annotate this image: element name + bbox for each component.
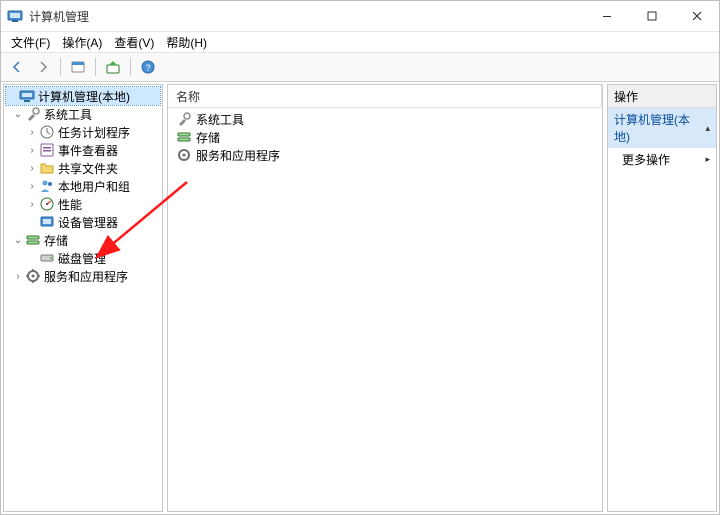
minimize-button[interactable] (584, 1, 629, 31)
tree-label: 任务计划程序 (58, 124, 130, 141)
clock-icon (39, 124, 55, 140)
tree-label: 服务和应用程序 (44, 268, 128, 285)
tree-root[interactable]: 计算机管理(本地) (6, 87, 160, 105)
action-group-label: 计算机管理(本地) (614, 111, 705, 145)
tree-label: 本地用户和组 (58, 178, 130, 195)
properties-button[interactable] (101, 55, 125, 79)
up-button[interactable] (66, 55, 90, 79)
tree-services-apps[interactable]: › 服务和应用程序 (6, 267, 160, 285)
expander-icon[interactable]: ⌄ (12, 234, 24, 246)
tree-label: 存储 (44, 232, 68, 249)
expander-icon[interactable]: › (26, 180, 38, 192)
tree-label: 计算机管理(本地) (38, 88, 130, 105)
perf-icon (39, 196, 55, 212)
tree-label: 设备管理器 (58, 214, 118, 231)
tree-pane[interactable]: 计算机管理(本地) ⌄ 系统工具 › (3, 84, 163, 512)
app-icon (7, 8, 23, 24)
list-item[interactable]: 服务和应用程序 (170, 146, 600, 164)
menu-view[interactable]: 查看(V) (108, 32, 160, 53)
toolbar: ? (1, 53, 719, 82)
tree-disk-management[interactable]: 磁盘管理 (6, 249, 160, 267)
titlebar: 计算机管理 (1, 1, 719, 32)
computer-management-window: 计算机管理 文件(F) 操作(A) 查看(V) 帮助(H) (0, 0, 720, 515)
expander-icon[interactable]: › (26, 162, 38, 174)
back-button[interactable] (5, 55, 29, 79)
action-item-label: 更多操作 (622, 151, 670, 168)
list-body[interactable]: 系统工具 存储 (168, 108, 602, 166)
tree-local-users[interactable]: › 本地用户和组 (6, 177, 160, 195)
maximize-button[interactable] (629, 1, 674, 31)
window-controls (584, 1, 719, 31)
services-icon (176, 147, 192, 163)
list-item[interactable]: 存储 (170, 128, 600, 146)
users-icon (39, 178, 55, 194)
tree-task-scheduler[interactable]: › 任务计划程序 (6, 123, 160, 141)
list-pane[interactable]: 名称 系统工具 (167, 84, 603, 512)
tree-label: 性能 (58, 196, 82, 213)
storage-icon (176, 129, 192, 145)
toolbar-separator (95, 58, 96, 76)
computer-icon (19, 88, 35, 104)
list-item-label: 系统工具 (196, 111, 244, 128)
help-button[interactable]: ? (136, 55, 160, 79)
menubar: 文件(F) 操作(A) 查看(V) 帮助(H) (1, 32, 719, 53)
list-header[interactable]: 名称 (168, 85, 602, 108)
expander-icon[interactable]: ⌄ (12, 108, 24, 120)
tree-label: 事件查看器 (58, 142, 118, 159)
action-group-title[interactable]: 计算机管理(本地) ▴ (608, 108, 716, 148)
expander-icon[interactable]: › (12, 270, 24, 282)
tree-view[interactable]: 计算机管理(本地) ⌄ 系统工具 › (4, 85, 162, 287)
action-more[interactable]: 更多操作 ▸ (608, 148, 716, 171)
close-button[interactable] (674, 1, 719, 31)
body: 计算机管理(本地) ⌄ 系统工具 › (1, 82, 719, 514)
action-pane: 操作 计算机管理(本地) ▴ 更多操作 ▸ (607, 84, 717, 512)
expander-icon[interactable]: › (26, 144, 38, 156)
tree-device-manager[interactable]: 设备管理器 (6, 213, 160, 231)
toolbar-separator (60, 58, 61, 76)
toolbar-separator (130, 58, 131, 76)
chevron-right-icon: ▸ (705, 154, 710, 165)
expander-icon[interactable]: › (26, 126, 38, 138)
tree-performance[interactable]: › 性能 (6, 195, 160, 213)
tree-shared-folders[interactable]: › 共享文件夹 (6, 159, 160, 177)
list-item-label: 存储 (196, 129, 220, 146)
chevron-up-icon: ▴ (705, 123, 710, 134)
device-icon (39, 214, 55, 230)
tools-icon (25, 106, 41, 122)
tree-label: 磁盘管理 (58, 250, 106, 267)
tree-storage[interactable]: ⌄ 存储 (6, 231, 160, 249)
menu-action[interactable]: 操作(A) (56, 32, 108, 53)
tools-icon (176, 111, 192, 127)
tree-system-tools[interactable]: ⌄ 系统工具 (6, 105, 160, 123)
svg-text:?: ? (145, 63, 150, 73)
services-icon (25, 268, 41, 284)
tree-label: 系统工具 (44, 106, 92, 123)
storage-icon (25, 232, 41, 248)
menu-help[interactable]: 帮助(H) (160, 32, 213, 53)
column-name[interactable]: 名称 (168, 85, 602, 107)
forward-button[interactable] (31, 55, 55, 79)
menu-file[interactable]: 文件(F) (5, 32, 56, 53)
disk-icon (39, 250, 55, 266)
folder-icon (39, 160, 55, 176)
window-title: 计算机管理 (29, 8, 89, 25)
action-pane-header: 操作 (608, 85, 716, 108)
tree-label: 共享文件夹 (58, 160, 118, 177)
expander-icon[interactable]: › (26, 198, 38, 210)
event-icon (39, 142, 55, 158)
list-item[interactable]: 系统工具 (170, 110, 600, 128)
list-item-label: 服务和应用程序 (196, 147, 280, 164)
tree-event-viewer[interactable]: › 事件查看器 (6, 141, 160, 159)
